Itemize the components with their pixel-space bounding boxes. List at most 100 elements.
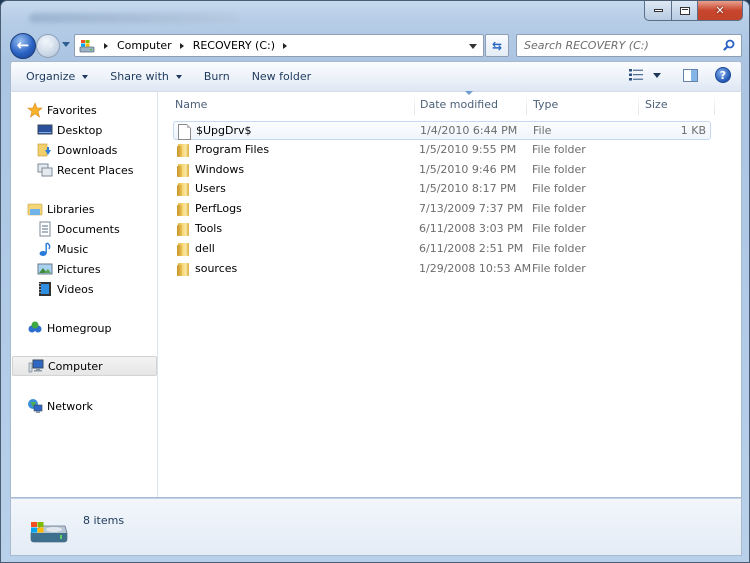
sidebar-item-documents[interactable]: Documents	[37, 219, 120, 239]
refresh-button[interactable]: ⇆	[485, 34, 509, 57]
sidebar-item-libraries[interactable]: Libraries	[27, 199, 95, 219]
breadcrumb-computer[interactable]: Computer	[117, 39, 172, 52]
chevron-down-icon	[175, 74, 182, 79]
share-with-label: Share with	[110, 70, 169, 83]
new-folder-button[interactable]: New folder	[245, 62, 318, 92]
file-type: File folder	[532, 241, 586, 255]
videos-icon	[37, 281, 53, 297]
maximize-button[interactable]	[671, 1, 697, 21]
column-divider[interactable]	[638, 92, 639, 115]
file-row[interactable]: Program Files 1/5/2010 9:55 PM File folder	[173, 141, 711, 160]
folder-icon	[177, 242, 191, 256]
file-row[interactable]: $UpgDrv$ 1/4/2010 6:44 PM File 1 KB	[173, 121, 711, 140]
sidebar-item-desktop[interactable]: Desktop	[37, 120, 102, 140]
change-view-icon[interactable]	[629, 69, 643, 81]
caption-buttons: ✕	[644, 1, 743, 21]
computer-icon	[28, 358, 44, 374]
breadcrumb: Computer RECOVERY (C:)	[96, 39, 296, 52]
folder-icon	[177, 242, 191, 257]
column-header-date-modified[interactable]: Date modified	[420, 92, 528, 117]
address-bar[interactable]: Computer RECOVERY (C:)	[74, 34, 484, 57]
sidebar-item-recent-places[interactable]: Recent Places	[37, 160, 134, 180]
recent-places-label: Recent Places	[57, 163, 134, 177]
sidebar-item-videos[interactable]: Videos	[37, 279, 94, 299]
explorer-window: ✕ ← → Computer RECOVERY (C:) ⇆ Search RE…	[0, 0, 750, 563]
sidebar-item-computer[interactable]: Computer	[12, 356, 157, 376]
file-name: $UpgDrv$	[196, 124, 252, 137]
desktop-label: Desktop	[57, 123, 103, 137]
file-row[interactable]: Tools 6/11/2008 3:03 PM File folder	[173, 220, 711, 239]
help-icon[interactable]: ?	[715, 67, 731, 83]
navigation-pane: Favorites Desktop Downloads Recent Place…	[11, 92, 158, 497]
desktop-icon	[37, 122, 53, 138]
file-row[interactable]: Users 1/5/2010 8:17 PM File folder	[173, 180, 711, 199]
breadcrumb-separator[interactable]	[179, 42, 184, 49]
homegroup-label: Homegroup	[47, 321, 112, 335]
column-name-label: Name	[175, 98, 208, 111]
computer-label: Computer	[48, 359, 103, 373]
folder-icon	[177, 262, 191, 276]
breadcrumb-separator[interactable]	[104, 42, 108, 49]
column-size-label: Size	[645, 98, 668, 111]
back-button[interactable]: ←	[10, 33, 36, 59]
search-input[interactable]	[517, 35, 712, 56]
breadcrumb-separator[interactable]	[283, 42, 288, 49]
file-type: File folder	[532, 182, 586, 196]
file-row[interactable]: Windows 1/5/2010 9:46 PM File folder	[173, 161, 711, 180]
pictures-label: Pictures	[57, 262, 101, 276]
file-row[interactable]: PerfLogs 7/13/2009 7:37 PM File folder	[173, 200, 711, 219]
column-header-type[interactable]: Type	[533, 92, 638, 117]
pictures-icon	[37, 261, 53, 277]
documents-icon	[37, 221, 53, 237]
item-count: 8 items	[83, 514, 125, 527]
folder-icon	[177, 182, 191, 197]
folder-icon	[177, 143, 191, 158]
minimize-button[interactable]	[644, 1, 671, 21]
drive-icon	[30, 522, 68, 543]
forward-arrow-icon: →	[42, 37, 54, 53]
sidebar-item-network[interactable]: Network	[27, 396, 93, 416]
sidebar-item-favorites[interactable]: Favorites	[27, 100, 97, 120]
column-date-label: Date modified	[420, 98, 498, 111]
sidebar-item-pictures[interactable]: Pictures	[37, 259, 101, 279]
close-button[interactable]: ✕	[697, 1, 743, 21]
recent-pages-dropdown[interactable]	[62, 42, 70, 47]
view-controls: ?	[629, 67, 731, 83]
file-name: Users	[195, 182, 226, 196]
folder-icon	[177, 143, 191, 157]
sidebar-item-downloads[interactable]: Downloads	[37, 140, 117, 160]
sidebar-item-homegroup[interactable]: Homegroup	[27, 318, 111, 338]
column-header-size[interactable]: Size	[645, 92, 715, 117]
preview-pane-icon[interactable]	[683, 68, 698, 82]
file-list: Name Date modified Type Size $UpgDrv$ 1/4…	[159, 91, 741, 497]
refresh-icon: ⇆	[491, 38, 503, 53]
address-history-dropdown[interactable]	[469, 44, 477, 49]
file-row[interactable]: sources 1/29/2008 10:53 AM File folder	[173, 260, 711, 279]
maximize-icon	[679, 6, 690, 15]
file-date-modified: 1/5/2010 8:17 PM	[419, 182, 517, 196]
column-divider[interactable]	[714, 92, 715, 115]
music-label: Music	[57, 242, 89, 256]
breadcrumb-recovery-drive[interactable]: RECOVERY (C:)	[193, 39, 275, 52]
column-divider[interactable]	[526, 92, 527, 115]
view-options-dropdown[interactable]	[653, 72, 661, 78]
folder-icon	[177, 262, 191, 277]
file-name: dell	[195, 241, 215, 255]
folder-icon	[177, 163, 191, 178]
sidebar-item-music[interactable]: Music	[37, 239, 88, 259]
burn-button[interactable]: Burn	[197, 62, 237, 92]
file-type: File folder	[532, 162, 586, 176]
share-with-button[interactable]: Share with	[103, 62, 189, 92]
content-area: Favorites Desktop Downloads Recent Place…	[10, 91, 742, 498]
file-date-modified: 7/13/2009 7:37 PM	[419, 202, 524, 216]
search-icon[interactable]	[723, 39, 735, 51]
forward-button[interactable]: →	[36, 34, 60, 58]
folder-icon	[177, 202, 191, 217]
file-row[interactable]: dell 6/11/2008 2:51 PM File folder	[173, 240, 711, 259]
file-type: File	[533, 124, 552, 137]
column-header-name[interactable]: Name	[175, 92, 415, 117]
organize-button[interactable]: Organize	[19, 62, 95, 92]
column-divider[interactable]	[414, 92, 415, 115]
file-date-modified: 6/11/2008 2:51 PM	[419, 241, 524, 255]
window-title	[29, 13, 239, 23]
